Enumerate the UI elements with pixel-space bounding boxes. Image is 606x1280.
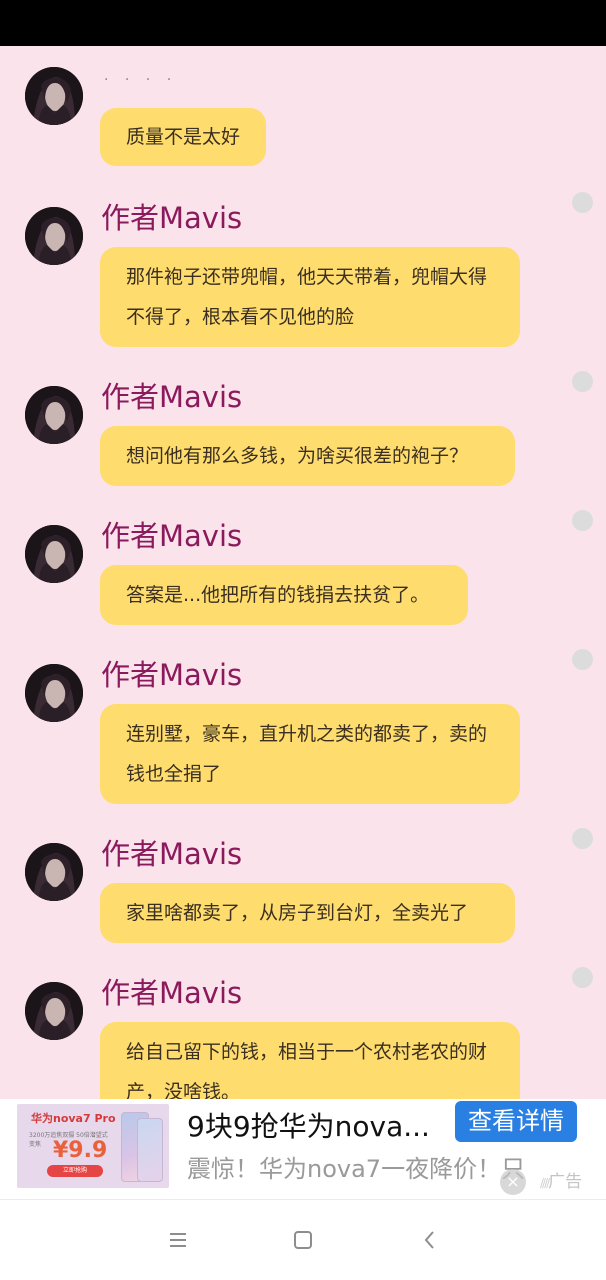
ad-image[interactable]: 华为nova7 Pro 3200万追焦双摄 50倍潜望式变焦 ¥9.9 立即抢购 bbox=[17, 1104, 169, 1188]
status-dot bbox=[572, 649, 593, 670]
avatar[interactable] bbox=[25, 982, 83, 1040]
ad-title[interactable]: 9块9抢华为nova... bbox=[187, 1105, 455, 1145]
ad-label-text: 广告 bbox=[548, 1172, 583, 1192]
ad-stripes-icon: //// bbox=[540, 1176, 550, 1190]
menu-icon[interactable] bbox=[166, 1228, 190, 1252]
author-name: 作者Mavis bbox=[101, 658, 243, 692]
status-dot bbox=[572, 371, 593, 392]
message-text: 家里啥都卖了，从房子到台灯，全卖光了 bbox=[126, 902, 469, 924]
ad-label: ////广告 bbox=[540, 1167, 582, 1192]
view-details-button[interactable]: 查看详情 bbox=[455, 1101, 577, 1142]
message-text: 答案是...他把所有的钱捐去扶贫了。 bbox=[126, 584, 430, 606]
message-bubble[interactable]: 那件袍子还带兜帽，他天天带着，兜帽大得不得了，根本看不见他的脸 bbox=[100, 247, 520, 347]
status-dot bbox=[572, 192, 593, 213]
back-icon[interactable] bbox=[418, 1228, 442, 1252]
home-icon[interactable] bbox=[291, 1228, 315, 1252]
message-bubble[interactable]: 给自己留下的钱，相当于一个农村老农的财产，没啥钱。 bbox=[100, 1022, 520, 1099]
avatar[interactable] bbox=[25, 843, 83, 901]
author-name: 作者Mavis bbox=[101, 837, 243, 871]
close-icon[interactable]: × bbox=[500, 1169, 526, 1195]
author-name-partial: · · · · bbox=[104, 72, 178, 88]
avatar[interactable] bbox=[25, 207, 83, 265]
message-text: 给自己留下的钱，相当于一个农村老农的财产，没啥钱。 bbox=[126, 1041, 488, 1099]
message-text: 连别墅，豪车，直升机之类的都卖了，卖的钱也全捐了 bbox=[126, 723, 488, 785]
author-name: 作者Mavis bbox=[101, 201, 243, 235]
ad-banner[interactable]: 华为nova7 Pro 3200万追焦双摄 50倍潜望式变焦 ¥9.9 立即抢购… bbox=[0, 1099, 606, 1199]
message-bubble[interactable]: 想问他有那么多钱，为啥买很差的袍子？ bbox=[100, 426, 515, 486]
avatar[interactable] bbox=[25, 664, 83, 722]
avatar-image bbox=[25, 664, 83, 722]
avatar-image bbox=[25, 982, 83, 1040]
status-dot bbox=[572, 967, 593, 988]
chat-list[interactable]: · · · · 质量不是太好 作者Mavis 那件袍子还带兜帽，他天天带着，兜帽… bbox=[0, 46, 606, 1099]
status-bar bbox=[0, 0, 606, 46]
author-name: 作者Mavis bbox=[101, 380, 243, 414]
ad-image-price: ¥9.9 bbox=[53, 1138, 108, 1163]
avatar-image bbox=[25, 843, 83, 901]
message-bubble[interactable]: 质量不是太好 bbox=[100, 108, 267, 166]
avatar-image bbox=[25, 207, 83, 265]
avatar-image bbox=[25, 386, 83, 444]
author-name: 作者Mavis bbox=[101, 519, 243, 553]
message-bubble[interactable]: 连别墅，豪车，直升机之类的都卖了，卖的钱也全捐了 bbox=[100, 704, 520, 804]
avatar[interactable] bbox=[25, 67, 83, 125]
message-bubble[interactable]: 答案是...他把所有的钱捐去扶贫了。 bbox=[100, 565, 468, 625]
avatar-image bbox=[25, 525, 83, 583]
message-bubble[interactable]: 家里啥都卖了，从房子到台灯，全卖光了 bbox=[100, 883, 515, 943]
author-name: 作者Mavis bbox=[101, 976, 243, 1010]
ad-image-buy-button: 立即抢购 bbox=[47, 1165, 103, 1177]
message-text: 想问他有那么多钱，为啥买很差的袍子？ bbox=[126, 445, 469, 467]
ad-image-brand: 华为nova7 Pro bbox=[31, 1112, 116, 1125]
message-text: 那件袍子还带兜帽，他天天带着，兜帽大得不得了，根本看不见他的脸 bbox=[126, 266, 488, 328]
status-dot bbox=[572, 510, 593, 531]
avatar-image bbox=[25, 67, 83, 125]
message-text: 质量不是太好 bbox=[126, 126, 241, 148]
status-dot bbox=[572, 828, 593, 849]
avatar[interactable] bbox=[25, 525, 83, 583]
phone-image bbox=[137, 1118, 163, 1182]
avatar[interactable] bbox=[25, 386, 83, 444]
navigation-bar bbox=[0, 1199, 606, 1280]
